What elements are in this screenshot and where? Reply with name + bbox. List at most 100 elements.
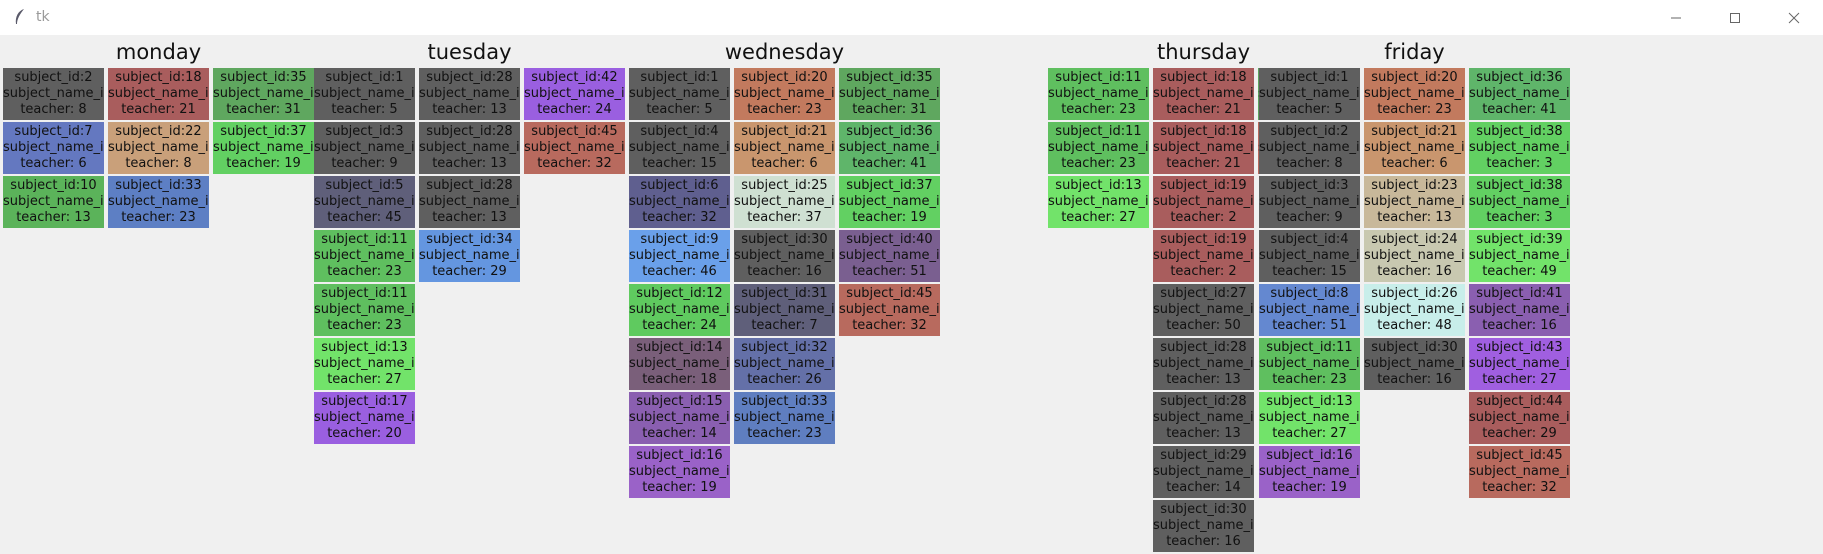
close-button[interactable] <box>1765 0 1823 35</box>
teacher-label: teacher: 16 <box>1166 534 1241 549</box>
lesson-card[interactable]: subject_id:30subject_name_id:13teacher: … <box>734 230 835 282</box>
lesson-card[interactable]: subject_id:9subject_name_id:9teacher: 46 <box>629 230 730 282</box>
lesson-card[interactable]: subject_id:14subject_name_id:14teacher: … <box>629 338 730 390</box>
lesson-card[interactable]: subject_id:5subject_name_id:5teacher: 45 <box>314 176 415 228</box>
teacher-label: teacher: 46 <box>642 264 717 279</box>
lesson-card[interactable]: subject_id:28subject_name_id:11teacher: … <box>1153 338 1254 390</box>
lesson-card[interactable]: subject_id:20subject_name_id:3teacher: 2… <box>734 68 835 120</box>
lesson-card[interactable]: subject_id:7subject_name_id:7teacher: 6 <box>3 122 104 174</box>
lesson-card[interactable]: subject_id:45subject_name_id:11teacher: … <box>839 284 940 336</box>
lesson-card[interactable]: subject_id:13subject_name_id:13teacher: … <box>1259 392 1360 444</box>
subject-id-label: subject_id:36 <box>846 124 933 139</box>
lesson-card[interactable]: subject_id:1subject_name_id:1teacher: 5 <box>1259 68 1360 120</box>
title-bar[interactable]: tk <box>0 0 1823 35</box>
subject-name-label: subject_name_id:11 <box>524 140 625 155</box>
subject-id-label: subject_id:8 <box>1270 286 1349 301</box>
subject-id-label: subject_id:38 <box>1476 178 1563 193</box>
lesson-card[interactable]: subject_id:28subject_name_id:11teacher: … <box>419 122 520 174</box>
lesson-card[interactable]: subject_id:28subject_name_id:11teacher: … <box>419 176 520 228</box>
lesson-card[interactable]: subject_id:37subject_name_id:3teacher: 1… <box>213 122 314 174</box>
lesson-card[interactable]: subject_id:13subject_name_id:13teacher: … <box>1048 176 1149 228</box>
lesson-card[interactable]: subject_id:4subject_name_id:4teacher: 15 <box>629 122 730 174</box>
teacher-label: teacher: 27 <box>1482 372 1557 387</box>
lesson-card[interactable]: subject_id:16subject_name_id:16teacher: … <box>629 446 730 498</box>
subject-id-label: subject_id:19 <box>1160 178 1247 193</box>
lesson-card[interactable]: subject_id:24subject_name_id:7teacher: 1… <box>1364 230 1465 282</box>
lesson-card[interactable]: subject_id:2subject_name_id:2teacher: 8 <box>1259 122 1360 174</box>
lesson-card[interactable]: subject_id:40subject_name_id:6teacher: 5… <box>839 230 940 282</box>
lesson-card[interactable]: subject_id:11subject_name_id:11teacher: … <box>1048 122 1149 174</box>
teacher-label: teacher: 19 <box>852 210 927 225</box>
lesson-card[interactable]: subject_id:41subject_name_id:7teacher: 1… <box>1469 284 1570 336</box>
lesson-card[interactable]: subject_id:3subject_name_id:3teacher: 9 <box>1259 176 1360 228</box>
lesson-card[interactable]: subject_id:18subject_name_id:1teacher: 2… <box>108 68 209 120</box>
lesson-card[interactable]: subject_id:11subject_name_id:11teacher: … <box>314 284 415 336</box>
lesson-card[interactable]: subject_id:8subject_name_id:8teacher: 51 <box>1259 284 1360 336</box>
lesson-card[interactable]: subject_id:30subject_name_id:13teacher: … <box>1364 338 1465 390</box>
lesson-card[interactable]: subject_id:3subject_name_id:3teacher: 9 <box>314 122 415 174</box>
teacher-label: teacher: 6 <box>1381 156 1448 171</box>
subject-id-label: subject_id:42 <box>531 70 618 85</box>
lesson-card[interactable]: subject_id:38subject_name_id:4teacher: 3 <box>1469 122 1570 174</box>
lesson-card[interactable]: subject_id:12subject_name_id:12teacher: … <box>629 284 730 336</box>
subject-name-label: subject_name_id:11 <box>839 302 940 317</box>
minimize-button[interactable] <box>1647 0 1705 35</box>
lesson-card[interactable]: subject_id:18subject_name_id:1teacher: 2… <box>1153 122 1254 174</box>
lesson-card[interactable]: subject_id:16subject_name_id:16teacher: … <box>1259 446 1360 498</box>
lesson-card[interactable]: subject_id:18subject_name_id:1teacher: 2… <box>1153 68 1254 120</box>
lesson-card[interactable]: subject_id:19subject_name_id:2teacher: 2 <box>1153 176 1254 228</box>
lesson-card[interactable]: subject_id:35subject_name_id:1teacher: 3… <box>213 68 314 120</box>
lesson-card[interactable]: subject_id:39subject_name_id:5teacher: 4… <box>1469 230 1570 282</box>
lesson-card[interactable]: subject_id:29subject_name_id:12teacher: … <box>1153 446 1254 498</box>
lesson-card[interactable]: subject_id:28subject_name_id:11teacher: … <box>419 68 520 120</box>
lesson-card[interactable]: subject_id:15subject_name_id:15teacher: … <box>629 392 730 444</box>
lesson-card[interactable]: subject_id:27subject_name_id:10teacher: … <box>1153 284 1254 336</box>
lesson-card[interactable]: subject_id:34subject_name_id:17teacher: … <box>419 230 520 282</box>
lesson-card[interactable]: subject_id:43subject_name_id:9teacher: 2… <box>1469 338 1570 390</box>
teacher-label: teacher: 13 <box>432 210 507 225</box>
lesson-card[interactable]: subject_id:45subject_name_id:11teacher: … <box>1469 446 1570 498</box>
lesson-card[interactable]: subject_id:42subject_name_id:8teacher: 2… <box>524 68 625 120</box>
maximize-button[interactable] <box>1706 0 1764 35</box>
lesson-card[interactable]: subject_id:1subject_name_id:1teacher: 5 <box>314 68 415 120</box>
lesson-card[interactable]: subject_id:30subject_name_id:13teacher: … <box>1153 500 1254 552</box>
lesson-card[interactable]: subject_id:23subject_name_id:6teacher: 1… <box>1364 176 1465 228</box>
lesson-card[interactable]: subject_id:38subject_name_id:4teacher: 3 <box>1469 176 1570 228</box>
subject-name-label: subject_name_id:3 <box>734 86 835 101</box>
lesson-card[interactable]: subject_id:21subject_name_id:4teacher: 6 <box>1364 122 1465 174</box>
lesson-card[interactable]: subject_id:36subject_name_id:2teacher: 4… <box>839 122 940 174</box>
lesson-card[interactable]: subject_id:44subject_name_id:10teacher: … <box>1469 392 1570 444</box>
teacher-label: teacher: 2 <box>1170 264 1237 279</box>
lesson-card[interactable]: subject_id:32subject_name_id:15teacher: … <box>734 338 835 390</box>
lesson-card[interactable]: subject_id:33subject_name_id:16teacher: … <box>108 176 209 228</box>
lesson-card[interactable]: subject_id:2subject_name_id:2teacher: 8 <box>3 68 104 120</box>
lesson-card[interactable]: subject_id:37subject_name_id:3teacher: 1… <box>839 176 940 228</box>
lesson-card[interactable]: subject_id:11subject_name_id:11teacher: … <box>1048 68 1149 120</box>
lesson-card[interactable]: subject_id:10subject_name_id:10teacher: … <box>3 176 104 228</box>
subject-name-label: subject_name_id:3 <box>1364 86 1465 101</box>
lesson-card[interactable]: subject_id:11subject_name_id:11teacher: … <box>314 230 415 282</box>
timetable: mondaysubject_id:2subject_name_id:2teach… <box>0 35 1823 552</box>
lesson-card[interactable]: subject_id:4subject_name_id:4teacher: 15 <box>1259 230 1360 282</box>
lesson-card[interactable]: subject_id:17subject_name_id:17teacher: … <box>314 392 415 444</box>
teacher-label: teacher: 31 <box>226 102 301 117</box>
lesson-card[interactable]: subject_id:1subject_name_id:1teacher: 5 <box>629 68 730 120</box>
subject-name-label: subject_name_id:2 <box>1469 86 1570 101</box>
lesson-card[interactable]: subject_id:25subject_name_id:8teacher: 3… <box>734 176 835 228</box>
lesson-card[interactable]: subject_id:20subject_name_id:3teacher: 2… <box>1364 68 1465 120</box>
lesson-card[interactable]: subject_id:19subject_name_id:2teacher: 2 <box>1153 230 1254 282</box>
lesson-card[interactable]: subject_id:22subject_name_id:5teacher: 8 <box>108 122 209 174</box>
lesson-card[interactable]: subject_id:36subject_name_id:2teacher: 4… <box>1469 68 1570 120</box>
lesson-card[interactable]: subject_id:45subject_name_id:11teacher: … <box>524 122 625 174</box>
lesson-card[interactable]: subject_id:33subject_name_id:16teacher: … <box>734 392 835 444</box>
lesson-card[interactable]: subject_id:11subject_name_id:11teacher: … <box>1259 338 1360 390</box>
lesson-card[interactable]: subject_id:28subject_name_id:11teacher: … <box>1153 392 1254 444</box>
lesson-card[interactable]: subject_id:6subject_name_id:6teacher: 32 <box>629 176 730 228</box>
lesson-card[interactable]: subject_id:26subject_name_id:9teacher: 4… <box>1364 284 1465 336</box>
lesson-card[interactable]: subject_id:35subject_name_id:1teacher: 3… <box>839 68 940 120</box>
lesson-card[interactable]: subject_id:31subject_name_id:14teacher: … <box>734 284 835 336</box>
subject-id-label: subject_id:28 <box>1160 394 1247 409</box>
schedule-column: subject_id:20subject_name_id:3teacher: 2… <box>1364 68 1465 392</box>
lesson-card[interactable]: subject_id:21subject_name_id:4teacher: 6 <box>734 122 835 174</box>
lesson-card[interactable]: subject_id:13subject_name_id:13teacher: … <box>314 338 415 390</box>
